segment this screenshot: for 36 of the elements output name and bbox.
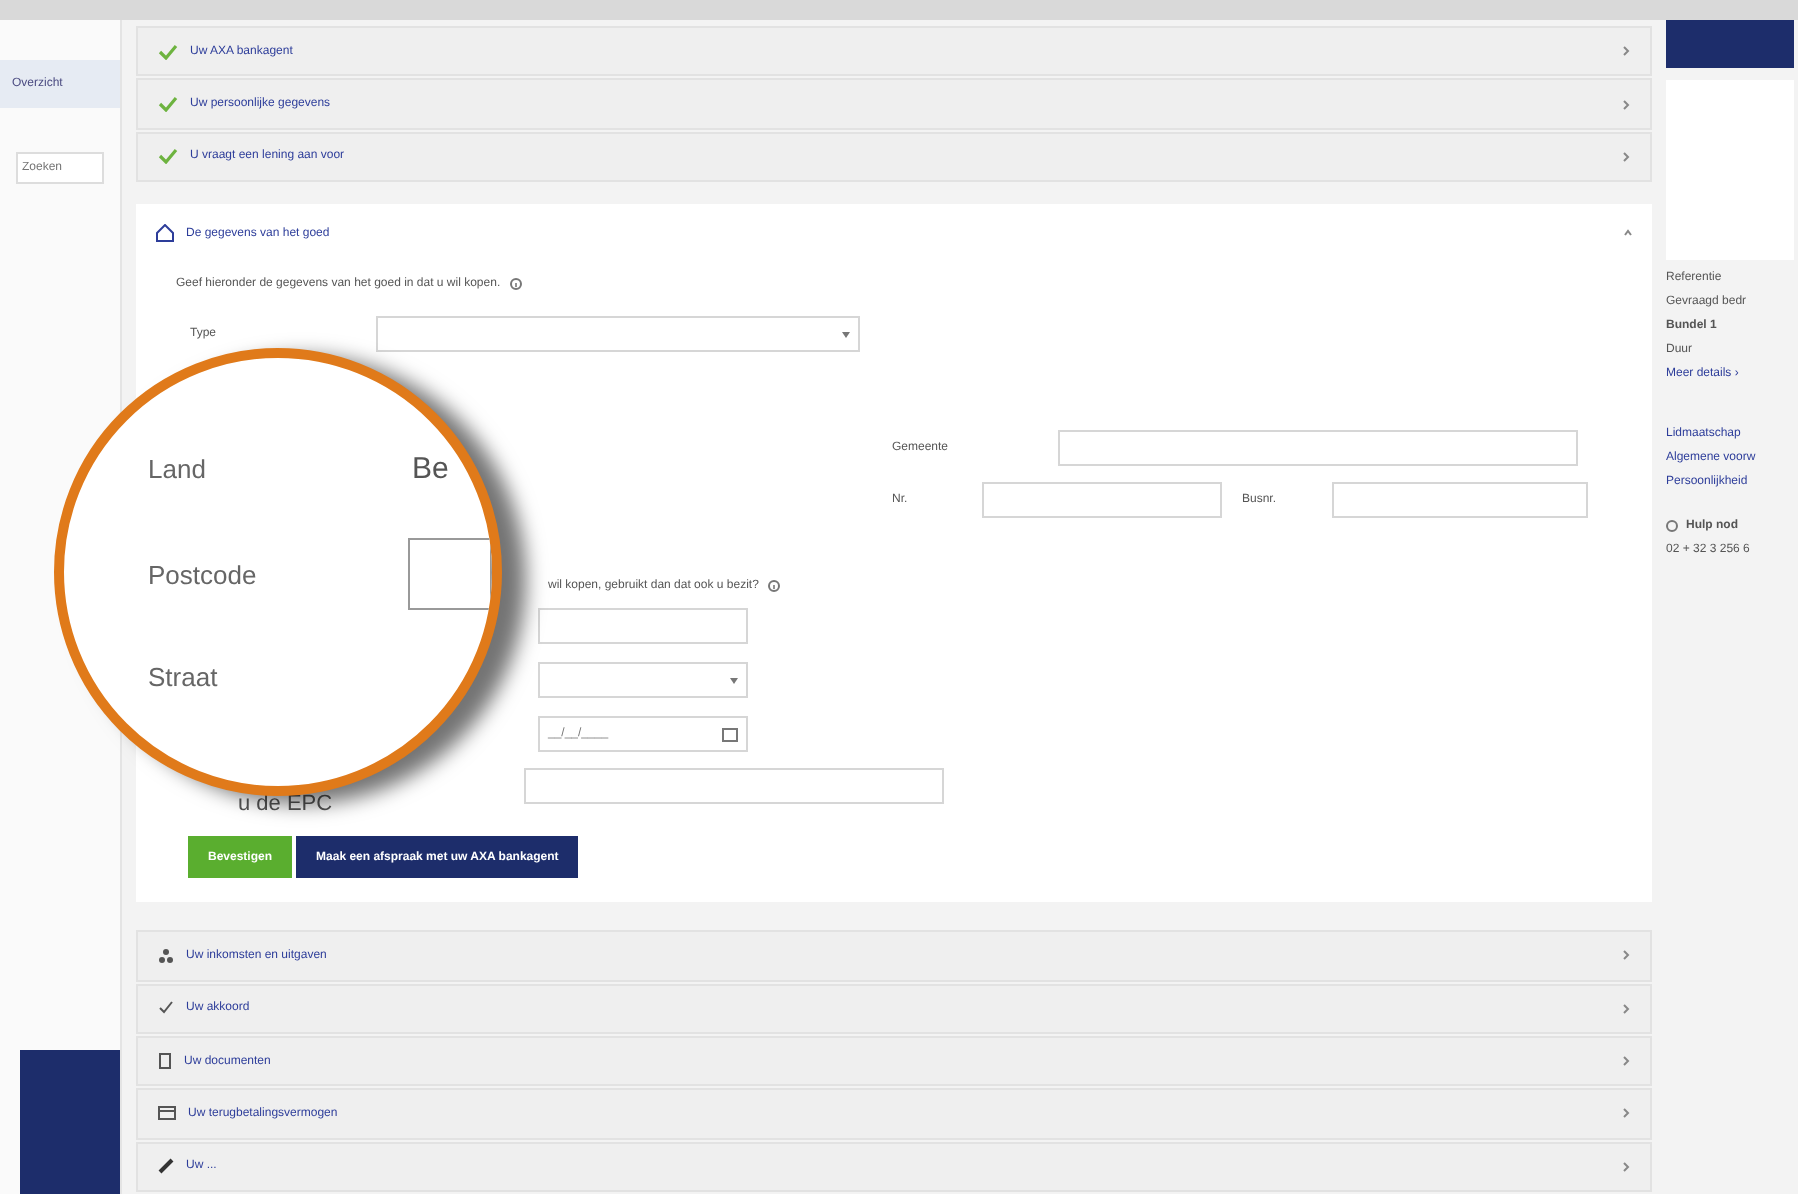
epc-label: u de EPC	[238, 792, 333, 817]
field-value: Be	[412, 452, 449, 486]
chevron-icon	[1622, 151, 1630, 162]
postcode-field[interactable]	[408, 538, 492, 610]
select-field[interactable]	[538, 662, 748, 699]
chevron-icon	[1622, 99, 1630, 110]
card-icon	[158, 1106, 176, 1121]
number-field[interactable]	[982, 482, 1222, 519]
field-label: Postcode	[148, 559, 259, 589]
document-icon	[158, 1052, 172, 1071]
gemeente-field[interactable]	[1058, 430, 1579, 467]
people-icon	[158, 947, 174, 964]
check-icon	[158, 1000, 174, 1017]
header-bar	[1666, 20, 1794, 68]
chevron-icon	[1624, 228, 1632, 239]
caret-icon	[730, 677, 738, 684]
chevron-icon	[1622, 1003, 1630, 1014]
epc-field[interactable]	[524, 768, 945, 805]
sidebar-banner	[20, 1050, 120, 1194]
info-icon	[768, 580, 781, 593]
chevron-icon	[1622, 950, 1630, 961]
house-icon	[156, 224, 174, 243]
calendar-icon	[722, 727, 738, 742]
field-label: Land	[148, 454, 208, 484]
chevron-icon	[1622, 46, 1630, 57]
info-icon	[510, 278, 523, 291]
type-select[interactable]	[376, 316, 861, 353]
help-icon	[1666, 520, 1678, 532]
pen-icon	[158, 1158, 174, 1175]
chevron-icon	[1622, 1161, 1630, 1172]
input-field[interactable]	[538, 608, 748, 645]
field-label: Straat	[148, 662, 220, 692]
caret-icon	[842, 331, 851, 338]
bus-field[interactable]	[1332, 482, 1588, 519]
chevron-icon	[1622, 1056, 1630, 1067]
chevron-icon	[1622, 1108, 1630, 1119]
